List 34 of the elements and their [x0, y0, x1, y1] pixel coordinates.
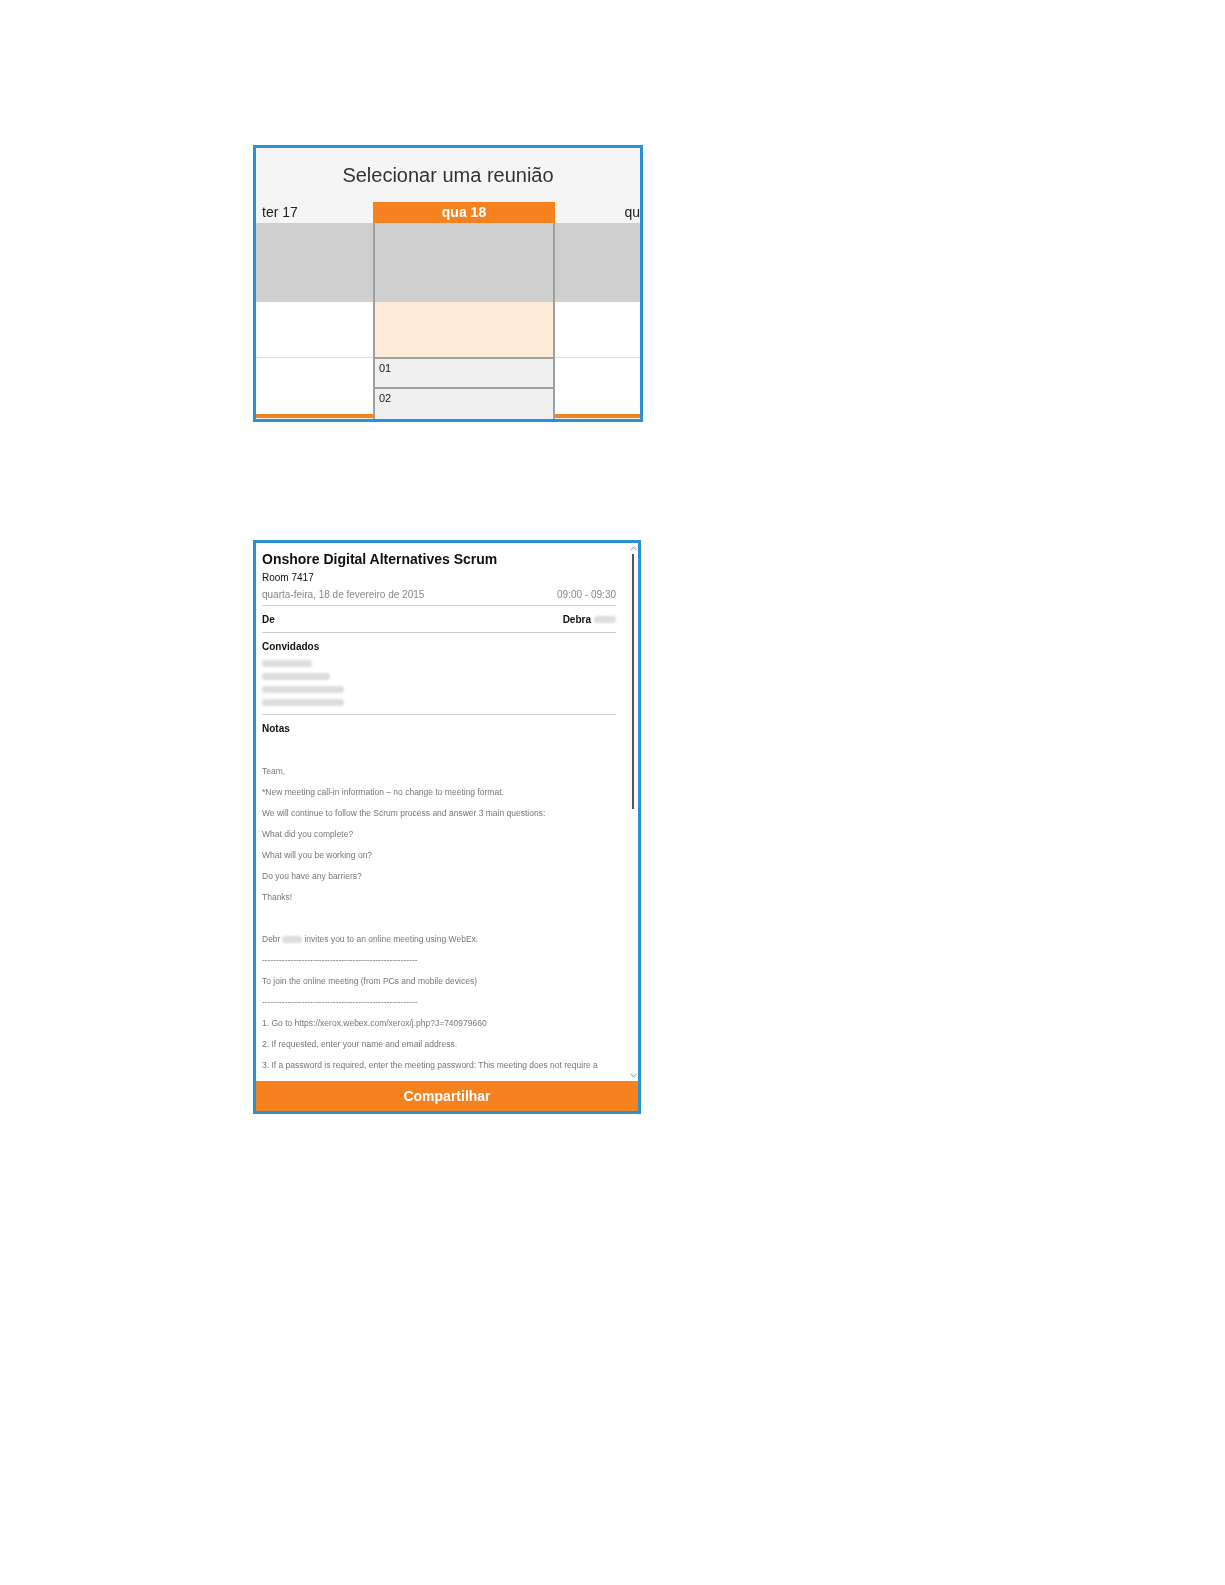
note-line: 3. If a password is required, enter the meeting password: This meeting does not require a: [262, 1060, 599, 1071]
note-line: What did you complete?: [262, 829, 355, 840]
day-tab[interactable]: ter 17: [256, 202, 373, 223]
note-text: Debr: [262, 934, 281, 945]
scroll-up-icon[interactable]: [629, 546, 637, 551]
invitees-label: Convidados: [262, 640, 321, 654]
meeting-room: Room 7417: [262, 572, 315, 583]
redacted-invitee: [262, 673, 330, 680]
note-line: 2. If requested, enter your name and email address.: [262, 1039, 459, 1050]
note-line: *New meeting call-in information – no change to meeting format.: [262, 787, 505, 798]
meeting-title: Onshore Digital Alternatives Scrum: [262, 551, 499, 567]
note-line: -------------------------------------------------------: [262, 955, 419, 966]
picker-title: Selecionar uma reunião: [342, 163, 554, 187]
notes-label: Notas: [262, 722, 291, 736]
note-line: To join the online meeting (from PCs and mobile devices): [262, 976, 478, 987]
redacted-invitee: [262, 660, 312, 667]
note-text: invites you to an online meeting using WebEx.: [304, 934, 479, 945]
note-line: Do you have any barriers?: [262, 871, 363, 882]
redacted-text: [594, 616, 616, 623]
meeting-date: quarta-feira, 18 de fevereiro de 2015: [262, 589, 425, 600]
note-line: -------------------------------------------------------: [262, 997, 419, 1008]
day-tab[interactable]: qu: [555, 202, 640, 223]
meeting-slot[interactable]: 02: [375, 389, 553, 419]
note-line: 1. Go to https://xerox.webex.com/xerox/j.php?J=740979660: [262, 1018, 488, 1029]
scroll-down-icon[interactable]: [629, 1073, 637, 1078]
note-line: We will continue to follow the Scrum process and answer 3 main questions:: [262, 808, 547, 819]
meeting-slot[interactable]: 01: [375, 359, 553, 389]
note-line: What will you be working on?: [262, 850, 374, 861]
from-label: De: [262, 614, 275, 625]
note-line: Thanks!: [262, 892, 294, 903]
meeting-time: 09:00 - 09:30: [557, 589, 616, 600]
redacted-text: [282, 936, 303, 943]
organizer-name: Debra: [562, 614, 591, 625]
note-line: Team,: [262, 766, 287, 777]
